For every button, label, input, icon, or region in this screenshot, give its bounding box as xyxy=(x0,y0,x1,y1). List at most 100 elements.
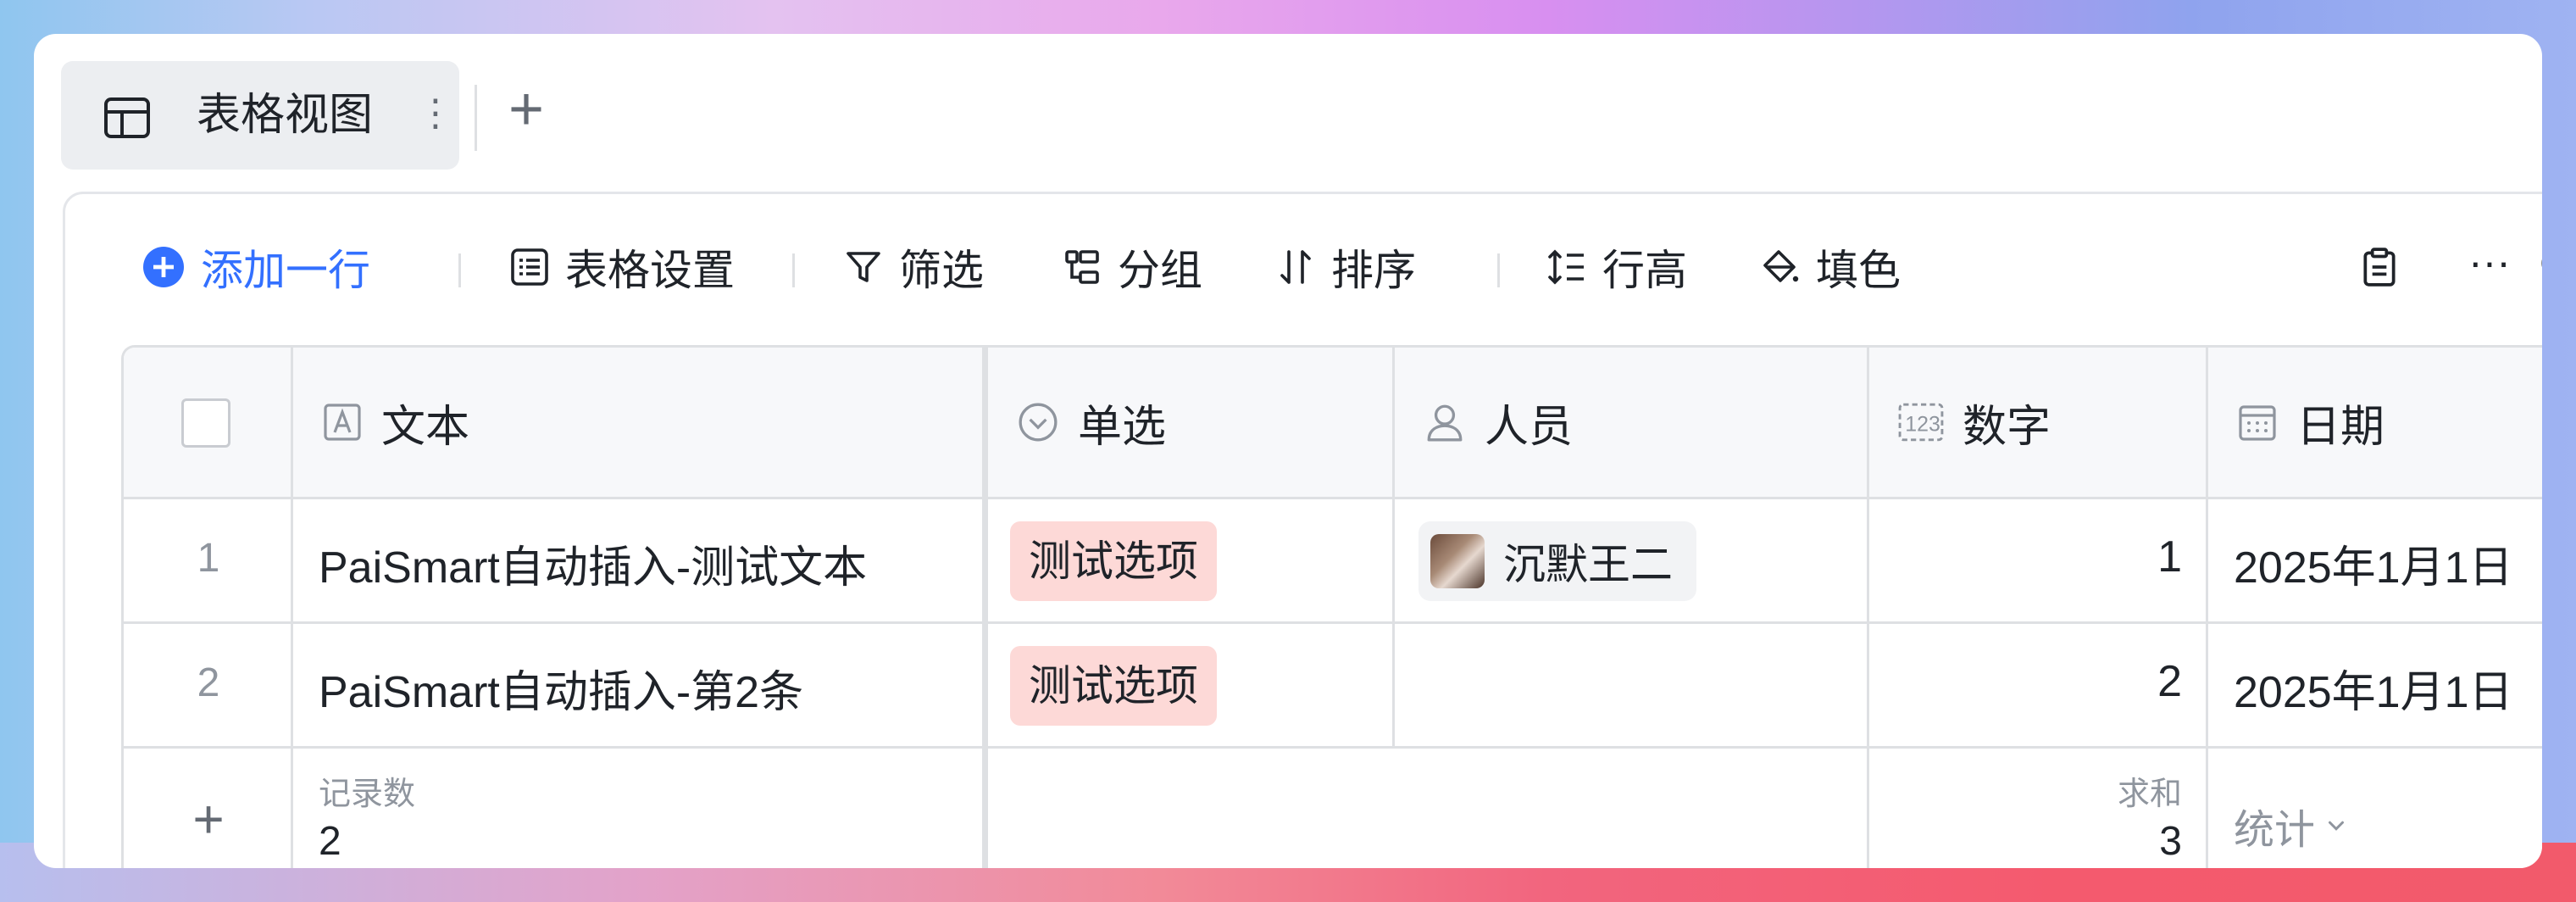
fill-color-button[interactable]: 填色 xyxy=(1760,242,1901,294)
toolbar-divider xyxy=(792,253,795,287)
row-index-cell: 1 xyxy=(124,499,293,621)
text-field-icon xyxy=(324,404,361,441)
date-cell[interactable]: 2025年1月1日 xyxy=(2208,499,2542,621)
clipboard-icon xyxy=(2363,248,2396,287)
text-cell[interactable]: PaiSmart自动插入-测试文本 xyxy=(293,499,988,621)
sum-label: 求和 xyxy=(2117,777,2182,812)
number-cell[interactable]: 2 xyxy=(1869,624,2208,746)
number-field-icon: 123 xyxy=(1898,403,1944,442)
tab-label: 表格视图 xyxy=(197,91,374,140)
filter-button[interactable]: 筛选 xyxy=(843,242,984,294)
person-cell[interactable]: 沉默王二 xyxy=(1395,499,1869,621)
row-index-cell: 2 xyxy=(124,624,293,746)
text-cell[interactable]: PaiSmart自动插入-第2条 xyxy=(293,624,988,746)
plus-circle-icon xyxy=(143,247,184,287)
svg-text:123: 123 xyxy=(1905,412,1940,436)
table-header-row: 文本 单选 人员 123 数字 日期 xyxy=(124,348,2542,499)
search-icon xyxy=(2541,259,2542,268)
data-table: 文本 单选 人员 123 数字 日期 1 PaiSmart自动插入-测试文本 测… xyxy=(121,345,2542,868)
row-height-icon xyxy=(1548,249,1584,285)
toolbar: 添加一行 表格设置 筛选 分组 排序 行高 填色 ··· xyxy=(65,194,2542,338)
app-window: 表格视图 ⋮ + 添加一行 表格设置 筛选 分组 排序 行高 填色 ··· 文本… xyxy=(34,34,2542,868)
person-cell[interactable] xyxy=(1395,624,1869,746)
single-select-icon xyxy=(1019,403,1058,442)
tab-table-view[interactable]: 表格视图 ⋮ xyxy=(61,61,459,170)
sort-label: 排序 xyxy=(1331,247,1416,294)
settings-list-icon xyxy=(511,248,548,286)
stat-dropdown[interactable]: 统计 xyxy=(2234,796,2349,855)
person-chip[interactable]: 沉默王二 xyxy=(1418,521,1696,601)
paint-bucket-icon xyxy=(1763,250,1799,282)
group-label: 分组 xyxy=(1118,247,1202,294)
person-name: 沉默王二 xyxy=(1503,541,1673,588)
column-header-label: 人员 xyxy=(1485,402,1574,452)
chevron-down-icon xyxy=(2329,821,2345,831)
summary-row: + 记录数 2 求和 3 统计 xyxy=(124,749,2542,868)
column-header-person[interactable]: 人员 xyxy=(1395,348,1869,497)
stat-cell[interactable]: 统计 xyxy=(2208,749,2542,868)
number-value: 2 xyxy=(2157,657,2182,706)
add-row-icon[interactable]: + xyxy=(124,788,293,850)
row-index: 1 xyxy=(197,536,220,581)
column-header-label: 日期 xyxy=(2296,402,2385,452)
more-icon: ··· xyxy=(2468,238,2511,286)
sort-button[interactable]: 排序 xyxy=(1275,242,1416,294)
group-icon xyxy=(1065,250,1099,284)
record-count-label: 记录数 xyxy=(319,777,416,812)
table-panel: 添加一行 表格设置 筛选 分组 排序 行高 填色 ··· 文本 单选 人员 12… xyxy=(63,192,2542,868)
option-tag: 测试选项 xyxy=(1010,646,1217,726)
column-header-text[interactable]: 文本 xyxy=(293,348,988,497)
add-row-label: 添加一行 xyxy=(201,247,370,294)
filter-label: 筛选 xyxy=(899,247,984,294)
single-select-cell[interactable]: 测试选项 xyxy=(988,499,1395,621)
date-value: 2025年1月1日 xyxy=(2234,543,2513,593)
record-count-value: 2 xyxy=(319,819,341,864)
sum-cell[interactable]: 求和 3 xyxy=(1869,749,2208,868)
option-tag: 测试选项 xyxy=(1010,521,1217,601)
more-button[interactable]: ··· xyxy=(2468,237,2511,287)
group-button[interactable]: 分组 xyxy=(1062,242,1202,294)
number-value: 1 xyxy=(2157,532,2182,582)
calendar-icon xyxy=(2239,405,2276,441)
column-header-label: 数字 xyxy=(1963,402,2051,452)
date-value: 2025年1月1日 xyxy=(2234,668,2513,717)
column-header-label: 单选 xyxy=(1078,402,1167,452)
toolbar-divider xyxy=(458,253,461,287)
search-button[interactable] xyxy=(2540,242,2542,292)
sum-value: 3 xyxy=(2159,819,2182,864)
add-view-button[interactable]: + xyxy=(508,71,544,148)
single-select-cell[interactable]: 测试选项 xyxy=(988,624,1395,746)
row-height-label: 行高 xyxy=(1602,247,1687,294)
number-cell[interactable]: 1 xyxy=(1869,499,2208,621)
clipboard-button[interactable] xyxy=(2358,242,2416,292)
column-header-label: 文本 xyxy=(381,402,470,452)
text-value: PaiSmart自动插入-测试文本 xyxy=(319,543,868,593)
add-row-cell[interactable]: + xyxy=(124,749,293,868)
row-index: 2 xyxy=(197,660,220,705)
avatar xyxy=(1430,534,1485,588)
table-row[interactable]: 1 PaiSmart自动插入-测试文本 测试选项 沉默王二 1 2025年1月1… xyxy=(124,499,2542,624)
row-height-button[interactable]: 行高 xyxy=(1546,242,1687,294)
tab-divider xyxy=(475,85,477,151)
sort-icon xyxy=(1280,250,1311,284)
table-settings-button[interactable]: 表格设置 xyxy=(509,242,735,294)
select-all-cell xyxy=(124,348,293,497)
table-view-icon xyxy=(103,97,151,143)
fill-color-label: 填色 xyxy=(1816,247,1901,294)
tab-more-icon[interactable]: ⋮ xyxy=(417,88,454,139)
column-header-date[interactable]: 日期 xyxy=(2208,348,2542,497)
person-icon xyxy=(1427,404,1463,442)
table-row[interactable]: 2 PaiSmart自动插入-第2条 测试选项 2 2025年1月1日 xyxy=(124,624,2542,749)
stat-label: 统计 xyxy=(2234,808,2316,853)
table-settings-label: 表格设置 xyxy=(565,247,735,294)
summary-empty-cell[interactable] xyxy=(988,749,1869,868)
text-value: PaiSmart自动插入-第2条 xyxy=(319,668,804,717)
column-header-single-select[interactable]: 单选 xyxy=(988,348,1395,497)
filter-icon xyxy=(847,252,880,282)
toolbar-divider xyxy=(1497,253,1500,287)
add-row-button[interactable]: 添加一行 xyxy=(142,242,370,294)
column-header-number[interactable]: 123 数字 xyxy=(1869,348,2208,497)
select-all-checkbox[interactable] xyxy=(181,398,230,448)
record-count-cell[interactable]: 记录数 2 xyxy=(293,749,988,868)
date-cell[interactable]: 2025年1月1日 xyxy=(2208,624,2542,746)
